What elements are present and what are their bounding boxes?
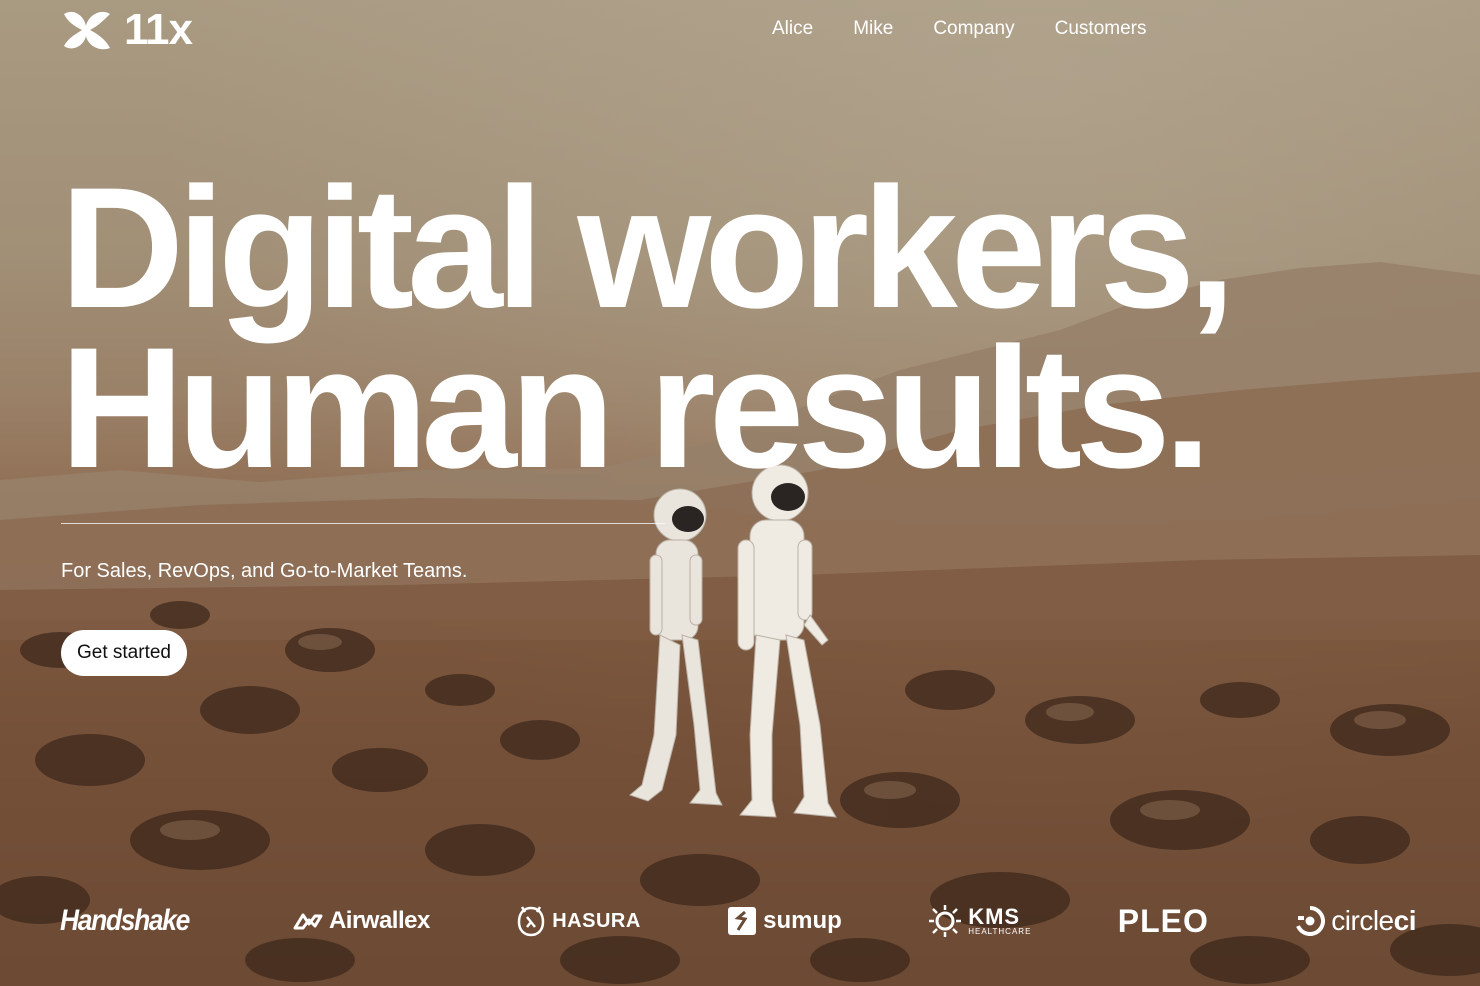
hero-section: 11x Alice Mike Company Customers Digital…	[0, 0, 1480, 986]
hero-headline: Digital workers, Human results.	[60, 152, 1236, 504]
nav-item-alice[interactable]: Alice	[772, 18, 813, 40]
11x-mark-icon	[64, 11, 110, 50]
logo-hasura-text: HASURA	[552, 909, 641, 932]
logo-circleci: circleci	[1295, 905, 1416, 937]
logo-kms-healthcare: KMS HEALTHCARE	[928, 904, 1031, 938]
astronauts-image	[628, 464, 837, 818]
logo-airwallex-text: Airwallex	[328, 907, 430, 934]
logo-circleci-text: circleci	[1331, 905, 1416, 937]
kms-icon	[929, 905, 962, 937]
get-started-button[interactable]: Get started	[61, 630, 187, 676]
logo-sumup-text: sumup	[763, 907, 842, 934]
hero-subtitle: For Sales, RevOps, and Go-to-Market Team…	[61, 560, 468, 582]
brand-name: 11x	[124, 5, 193, 54]
circleci-icon	[1296, 906, 1326, 936]
logo-circleci-regular: circle	[1331, 905, 1394, 936]
logo-pleo-text: PLEO	[1117, 902, 1209, 939]
logo-handshake: Handshake	[60, 904, 190, 938]
brand-logo[interactable]: 11x	[60, 5, 193, 54]
main-nav: Alice Mike Company Customers	[772, 18, 1147, 40]
logo-sumup: sumup	[727, 906, 842, 936]
logo-kms-subtext: HEALTHCARE	[968, 927, 1032, 936]
logo-pleo: PLEO	[1118, 903, 1209, 940]
logo-hasura: HASURA	[516, 905, 641, 937]
logo-kms-wordmark: KMS HEALTHCARE	[968, 906, 1031, 936]
hero-headline-line-1: Digital workers,	[60, 152, 1236, 344]
sumup-icon	[728, 907, 757, 935]
hero-divider	[61, 523, 665, 524]
nav-item-company[interactable]: Company	[933, 18, 1014, 40]
customer-logos-row: Handshake Airwallex HASURA sumup KMS HEA…	[60, 896, 1416, 946]
logo-circleci-bold: ci	[1393, 905, 1417, 936]
hasura-icon	[517, 906, 545, 937]
logo-kms-text: KMS	[968, 904, 1021, 929]
airwallex-icon	[293, 913, 323, 930]
hero-headline-line-2: Human results.	[60, 312, 1212, 504]
nav-item-mike[interactable]: Mike	[853, 18, 893, 40]
logo-handshake-text: Handshake	[60, 904, 190, 937]
logo-airwallex: Airwallex	[293, 907, 430, 935]
nav-item-customers[interactable]: Customers	[1055, 18, 1147, 40]
